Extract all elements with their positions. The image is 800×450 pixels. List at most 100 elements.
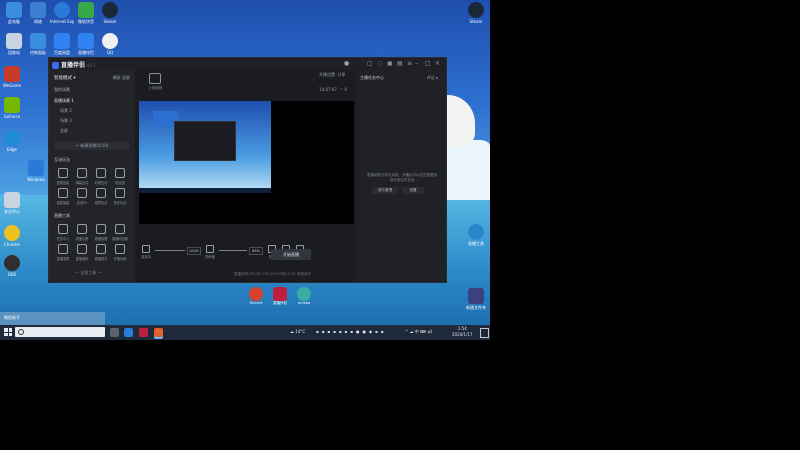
comments-tab[interactable]: 评论 ▸ xyxy=(427,75,438,81)
tool-item[interactable]: 更多玩法 xyxy=(111,188,129,205)
edge-taskbar-icon[interactable] xyxy=(124,328,133,337)
maximize-icon[interactable]: □ xyxy=(425,60,431,67)
tool-item[interactable]: 直播数据 xyxy=(92,224,110,241)
floating-mini-panel[interactable]: 微信助手 xyxy=(0,312,105,326)
skin-icon[interactable]: ▤ xyxy=(397,60,403,67)
control-panel-icon xyxy=(30,33,46,49)
tool-item[interactable]: 连麦PK xyxy=(73,188,91,205)
audience-manage-button[interactable]: 观众管理 xyxy=(372,187,398,194)
close-icon[interactable]: × xyxy=(435,60,440,67)
vote-icon xyxy=(96,188,106,198)
tab-portrait[interactable]: 竖屏 xyxy=(122,75,130,80)
chrome-icon xyxy=(4,225,20,241)
dock-icon-tencent[interactable]: Tencent xyxy=(247,287,265,305)
tool-item[interactable]: 投屏连麦 xyxy=(54,168,72,185)
desktop-icon-qq[interactable]: QQ xyxy=(98,33,122,55)
gift-icon[interactable]: ▣ xyxy=(387,60,393,67)
scene-item[interactable]: 直播场景 1 xyxy=(54,98,130,106)
task-center-title[interactable]: 主播任务中心 xyxy=(360,75,384,81)
upload-video-button[interactable]: 上传视频 xyxy=(146,73,164,93)
desktop-icon-obs[interactable]: OBS xyxy=(0,255,24,277)
live-preview-canvas[interactable] xyxy=(139,101,354,224)
desktop-icon-recycle[interactable]: 回收站 xyxy=(2,33,26,55)
mic-volume-slider[interactable] xyxy=(155,250,185,251)
audio-control-bar: 麦克风 100% 扬声器 86% 特效 更多 设置 xyxy=(139,244,354,259)
dock-icon-live[interactable]: 直播伴侣 xyxy=(271,287,289,306)
tool-item[interactable]: 弹幕互动 xyxy=(73,168,91,185)
speaker-control[interactable]: 扬声器 xyxy=(205,245,215,259)
start-settings-link[interactable]: 开播设置 xyxy=(319,72,335,77)
desktop-icon-network[interactable]: 网络 xyxy=(26,2,50,24)
recycle-bin-icon xyxy=(6,33,22,49)
tool-item[interactable]: 投票玩法 xyxy=(92,188,110,205)
desktop-icon-edge[interactable]: Edge xyxy=(0,130,24,152)
windows-icon xyxy=(28,160,44,176)
tool-item[interactable]: 直播录屏 xyxy=(54,244,72,261)
desktop-icon-wegame[interactable]: WeGame xyxy=(0,66,24,88)
live-companion-taskbar-icon[interactable] xyxy=(154,328,163,337)
dock-icon-ameba[interactable]: Ameba xyxy=(295,287,313,305)
menu-icon[interactable]: ≡ xyxy=(407,60,412,67)
record-icon xyxy=(58,244,68,254)
live-app-icon xyxy=(78,33,94,49)
headset-icon[interactable]: ◌ xyxy=(377,60,382,67)
desktop-icon-control[interactable]: 控制面板 xyxy=(26,33,50,55)
tool-item[interactable]: 直播间设置 xyxy=(111,224,129,241)
tool-item[interactable]: 直播诊断 xyxy=(73,224,91,241)
desktop-icon-windows[interactable]: Windows xyxy=(24,160,48,182)
start-button[interactable] xyxy=(4,328,12,336)
tool-item[interactable]: 直播助手 xyxy=(92,244,110,261)
tool-item[interactable]: 直播美颜 xyxy=(73,244,91,261)
avatar[interactable]: ● xyxy=(344,60,349,67)
start-live-button[interactable]: 开始直播 xyxy=(271,249,311,260)
taskbar-search-input[interactable] xyxy=(15,327,105,337)
mode-selector[interactable]: 智能模式 ▾ xyxy=(54,75,76,81)
share-link[interactable]: 分享 xyxy=(338,72,346,77)
desktop-icon-chrome[interactable]: Chrome xyxy=(0,225,24,247)
message-icon[interactable]: ▢ xyxy=(367,60,373,67)
data-icon xyxy=(96,224,106,234)
desktop-icon-ime[interactable]: 微软拼音 xyxy=(74,2,98,24)
ie-icon xyxy=(54,2,70,18)
desktop-icon-geforce[interactable]: GeForce xyxy=(0,97,24,119)
tray-indicators[interactable]: ^ ☁ 中 ⌨ ◂)) xyxy=(405,329,432,335)
minimize-icon[interactable]: – xyxy=(415,60,418,67)
tab-landscape[interactable]: 横屏 xyxy=(113,75,121,80)
desktop-icon-ie[interactable]: Internet Explorer xyxy=(50,2,74,24)
desktop-icon-steam[interactable]: Steam xyxy=(98,2,122,24)
desktop-icon-steam-right[interactable]: Steam xyxy=(464,2,488,24)
all-tools-link[interactable]: — 全部工具 — xyxy=(75,270,102,276)
weather-widget[interactable]: ☁ 14°C xyxy=(290,329,305,334)
steam-icon xyxy=(102,2,118,18)
section-interact: 互动玩法 xyxy=(54,157,70,162)
panel-settings-button[interactable]: 设置 xyxy=(402,187,424,194)
tencent-icon xyxy=(249,287,263,301)
mic-control[interactable]: 麦克风 xyxy=(141,245,151,259)
desktop-icon-live-tool[interactable]: 直播工具 xyxy=(464,224,488,246)
system-tray-icons[interactable]: ▪▪▪▪▪▪▪●●◆▪▪ xyxy=(316,329,386,334)
speaker-volume-slider[interactable] xyxy=(219,250,247,251)
desktop-icon-security[interactable]: 安全中心 xyxy=(0,192,24,214)
task-view-icon[interactable] xyxy=(110,328,119,337)
desktop-icon-baidu[interactable]: 百度网盘 xyxy=(50,33,74,55)
tool-item[interactable]: 抽奖福袋 xyxy=(54,188,72,205)
tool-item[interactable]: 礼物互动 xyxy=(92,168,110,185)
title-bar[interactable]: 直播伴侣 v5.1 ● ▢ ◌ ▣ ▤ ≡ – □ × xyxy=(49,58,446,70)
scene-item[interactable]: 全屏 xyxy=(54,128,136,136)
ime-icon xyxy=(78,2,94,18)
live-app-taskbar-icon[interactable] xyxy=(139,328,148,337)
scene-item[interactable]: 场景 3 xyxy=(54,118,136,126)
taskbar-clock[interactable]: 1:54 2024/1/17 xyxy=(452,326,473,338)
add-scene-button[interactable]: + 新建场景(0/10) xyxy=(54,142,130,150)
tool-item[interactable]: 粉丝团 xyxy=(111,168,129,185)
scene-item[interactable]: 场景 2 xyxy=(54,108,136,116)
fan-icon xyxy=(115,168,125,178)
desktop-icon-folder[interactable]: 新建文件夹 xyxy=(464,288,488,310)
tool-item[interactable]: 开播设置 xyxy=(111,244,129,261)
notification-icon[interactable] xyxy=(480,328,489,338)
mic-icon xyxy=(142,245,150,253)
desktop-icon-live[interactable]: 直播伴侣 xyxy=(74,33,98,55)
live-duration: 14:07:07 xyxy=(319,87,337,92)
tool-item[interactable]: 任务中心 xyxy=(54,224,72,241)
desktop-icon-this-pc[interactable]: 此电脑 xyxy=(2,2,26,24)
